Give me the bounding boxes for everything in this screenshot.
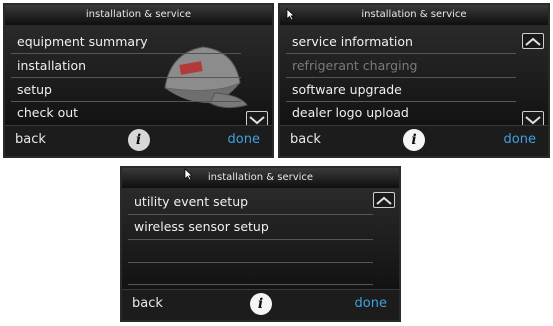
back-button[interactable]: back (290, 132, 321, 147)
thermostat-screen-2: installation & service service informati… (278, 3, 550, 158)
menu-item-wireless-sensor-setup[interactable]: wireless sensor setup (134, 216, 269, 238)
done-button[interactable]: done (355, 296, 387, 311)
pointer-cursor-icon (184, 168, 193, 181)
menu-item-software-upgrade[interactable]: software upgrade (292, 79, 402, 101)
divider (11, 77, 241, 78)
menu-item-service-information[interactable]: service information (292, 31, 413, 53)
cap-illustration (164, 46, 248, 109)
divider (286, 77, 516, 78)
divider (128, 262, 373, 263)
info-button[interactable]: i (127, 129, 150, 151)
footer-bar: back i done (122, 289, 399, 320)
scroll-up-button[interactable] (373, 192, 395, 208)
divider (128, 214, 373, 215)
scroll-up-button[interactable] (522, 33, 544, 49)
done-button[interactable]: done (504, 132, 536, 147)
footer-bar: back i done (5, 125, 272, 156)
menu-item-setup[interactable]: setup (17, 79, 52, 101)
scroll-up-icon (376, 196, 392, 205)
menu-item-installation[interactable]: installation (17, 55, 86, 77)
back-button[interactable]: back (15, 132, 46, 147)
menu-content: utility event setup wireless sensor setu… (122, 188, 399, 290)
menu-content: equipment summary installation setup che… (5, 25, 272, 127)
screen-title: installation & service (122, 168, 399, 188)
divider (11, 53, 241, 54)
divider (128, 284, 373, 285)
pointer-cursor-icon (286, 8, 295, 21)
divider (128, 239, 373, 240)
footer-bar: back i done (280, 125, 548, 156)
menu-content: service information refrigerant charging… (280, 25, 548, 127)
scroll-up-icon (525, 37, 541, 46)
thermostat-screen-1: installation & service equipment summary… (3, 3, 274, 158)
menu-item-equipment-summary[interactable]: equipment summary (17, 31, 148, 53)
divider (286, 53, 516, 54)
menu-item-refrigerant-charging: refrigerant charging (292, 58, 418, 73)
menu-item-check-out[interactable]: check out (17, 102, 78, 124)
back-button[interactable]: back (132, 296, 163, 311)
menu-item-dealer-logo-upload[interactable]: dealer logo upload (292, 102, 409, 124)
screen-title: installation & service (5, 5, 272, 25)
thermostat-screen-3: installation & service utility event set… (120, 166, 401, 322)
info-button[interactable]: i (249, 293, 272, 315)
menu-item-utility-event-setup[interactable]: utility event setup (134, 191, 248, 213)
info-button[interactable]: i (403, 129, 425, 151)
done-button[interactable]: done (228, 132, 260, 147)
screen-title: installation & service (280, 5, 548, 25)
